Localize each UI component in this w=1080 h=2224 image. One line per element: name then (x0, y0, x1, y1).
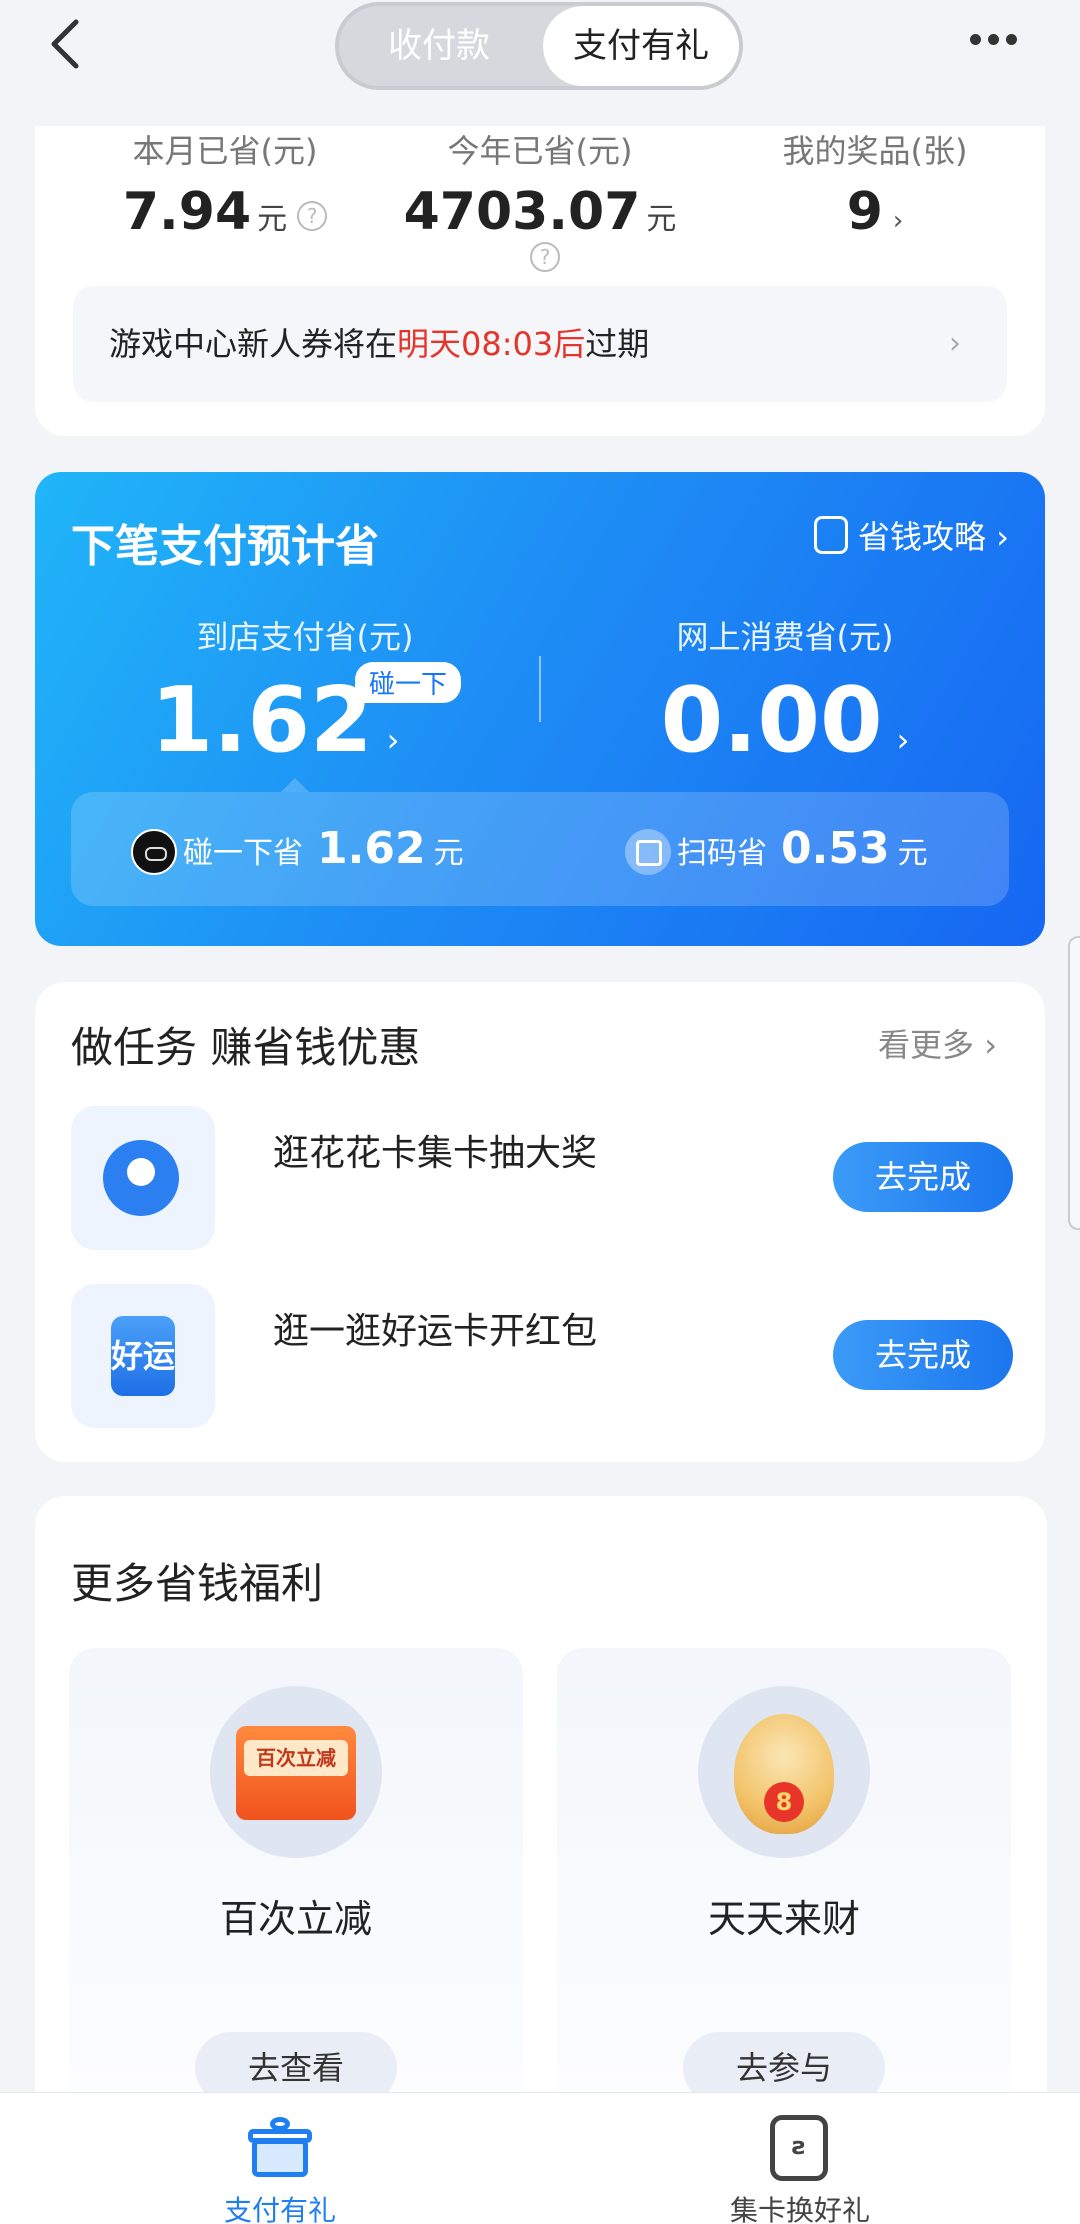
saving-breakdown: 碰一下省 1.62 元 扫码省 0.53 元 (71, 778, 1009, 906)
month-saved-value[interactable]: 7.94 元? (75, 182, 375, 252)
divider (539, 656, 541, 722)
gift-box (252, 2139, 308, 2177)
lucky-card-icon: 好运 (71, 1284, 215, 1428)
my-prizes-label: 我的奖品(张) (782, 132, 968, 170)
hundred-discount-icon: 百次立减 (210, 1686, 382, 1858)
online-pay-number: 0.00 (660, 668, 883, 773)
more-dot (1006, 34, 1017, 45)
chevron-right-icon: › (896, 721, 910, 759)
more-dots-icon (970, 34, 981, 45)
store-pay-label: 到店支付省(元) (196, 618, 414, 656)
year-saved-unit: 元 (646, 202, 677, 237)
guide-icon (814, 516, 849, 554)
chevron-right-icon: › (949, 326, 961, 361)
benefits-title: 更多省钱福利 (71, 1559, 324, 1608)
tab-payment-gift[interactable]: 支付有礼 (543, 6, 739, 86)
more-dot (988, 34, 999, 45)
scan-saving: 扫码省 0.53 元 (625, 792, 928, 906)
tasks-title: 做任务 赚省钱优惠 (71, 1023, 421, 1072)
chevron-right-icon: › (892, 206, 904, 236)
red-envelope-label: 百次立减 (244, 1740, 348, 1776)
chevron-left-icon (51, 19, 79, 69)
top-bar: 收付款 支付有礼 (0, 0, 1080, 126)
online-pay-label: 网上消费省(元) (676, 618, 894, 656)
notice-prefix: 游戏中心新人券将在 (109, 325, 398, 363)
month-saved-number: 7.94 (122, 182, 252, 242)
year-saved-label: 今年已省(元) (447, 132, 633, 170)
notice-suffix: 过期 (585, 325, 650, 363)
month-saved-label: 本月已省(元) (132, 132, 318, 170)
task-name: 逛花花卡集卡抽大奖 (273, 1133, 598, 1174)
benefit-name: 天天来财 (707, 1897, 860, 1941)
coin-icon: 8 (764, 1782, 804, 1822)
red-envelope-icon: 百次立减 (236, 1726, 356, 1820)
scan-saving-value: 0.53 (781, 823, 890, 874)
year-saved-value[interactable]: 4703.07 元? (390, 182, 690, 272)
coupon-expiry-notice[interactable]: 游戏中心新人券将在明天08:03后过期 › (73, 286, 1007, 402)
see-more-link[interactable]: 看更多 › (878, 1020, 997, 1066)
savings-summary-card: 本月已省(元) 7.94 元? 今年已省(元) 4703.07 元? 我的奖品(张)… (35, 90, 1045, 436)
card-icon-glyph: ƨ (791, 2132, 807, 2160)
month-saved-unit: 元 (257, 202, 288, 237)
segment-control: 收付款 支付有礼 (335, 2, 743, 90)
chevron-right-icon: › (386, 721, 400, 759)
pointer-notch (281, 778, 309, 792)
help-icon[interactable]: ? (530, 242, 560, 272)
saving-guide-link[interactable]: 省钱攻略 › (814, 512, 1009, 558)
estimate-title: 下笔支付预计省 (71, 521, 379, 572)
guide-label: 省钱攻略 › (858, 518, 1009, 556)
flower-card-icon (71, 1106, 215, 1250)
help-icon[interactable]: ? (297, 201, 328, 231)
tap-pay-icon (131, 829, 177, 875)
more-options-button[interactable] (970, 30, 1026, 60)
tap-saving: 碰一下省 1.62 元 (131, 792, 464, 906)
more-benefits-card: 更多省钱福利 百次立减 百次立减 去查看 8 天天来财 去参与 (35, 1496, 1047, 2224)
nav-label: 支付有礼 (223, 2194, 336, 2224)
notice-highlight: 明天08:03后 (397, 325, 586, 363)
gift-icon (248, 2117, 312, 2177)
task-item: 好运 逛一逛好运卡开红包 去完成 (71, 1284, 1013, 1428)
complete-task-button[interactable]: 去完成 (833, 1142, 1013, 1212)
nav-label: 集卡换好礼 (729, 2194, 870, 2224)
online-pay-value[interactable]: 0.00 › (565, 668, 1005, 773)
year-saved-number: 4703.07 (403, 182, 641, 242)
benefit-name: 百次立减 (219, 1897, 372, 1941)
complete-task-button[interactable]: 去完成 (833, 1320, 1013, 1390)
tab-receive-pay[interactable]: 收付款 (339, 6, 539, 86)
nav-card-exchange[interactable]: ƨ 集卡换好礼 (650, 2093, 950, 2224)
my-prizes-number: 9 (846, 182, 883, 242)
daily-fortune-icon: 8 (698, 1686, 870, 1858)
card-icon: ƨ (770, 2115, 828, 2181)
bottom-navigation: 支付有礼 ƨ 集卡换好礼 (0, 2092, 1080, 2224)
tap-saving-value: 1.62 (317, 823, 426, 874)
scan-saving-label: 扫码省 (677, 836, 767, 871)
tap-tag: 碰一下 (355, 662, 462, 703)
scan-icon (625, 829, 671, 875)
task-name: 逛一逛好运卡开红包 (273, 1311, 598, 1352)
task-item: 逛花花卡集卡抽大奖 去完成 (71, 1106, 1013, 1250)
back-button[interactable] (40, 14, 100, 74)
tap-saving-label: 碰一下省 (183, 836, 303, 871)
tap-saving-unit: 元 (433, 836, 464, 871)
next-payment-estimate-card: 下笔支付预计省 省钱攻略 › 到店支付省(元) 1.62 › 碰一下 网上消费省(… (35, 472, 1045, 946)
nav-payment-gift[interactable]: 支付有礼 (130, 2093, 430, 2224)
store-pay-number: 1.62 (150, 668, 373, 773)
tasks-card: 做任务 赚省钱优惠 看更多 › 逛花花卡集卡抽大奖 去完成 好运 逛一逛好运卡开… (35, 982, 1045, 1462)
lucky-card-glyph: 好运 (111, 1316, 175, 1396)
scrollbar[interactable] (1068, 936, 1080, 1230)
my-prizes-value[interactable]: 9 › (725, 182, 1025, 252)
scan-saving-unit: 元 (897, 836, 928, 871)
